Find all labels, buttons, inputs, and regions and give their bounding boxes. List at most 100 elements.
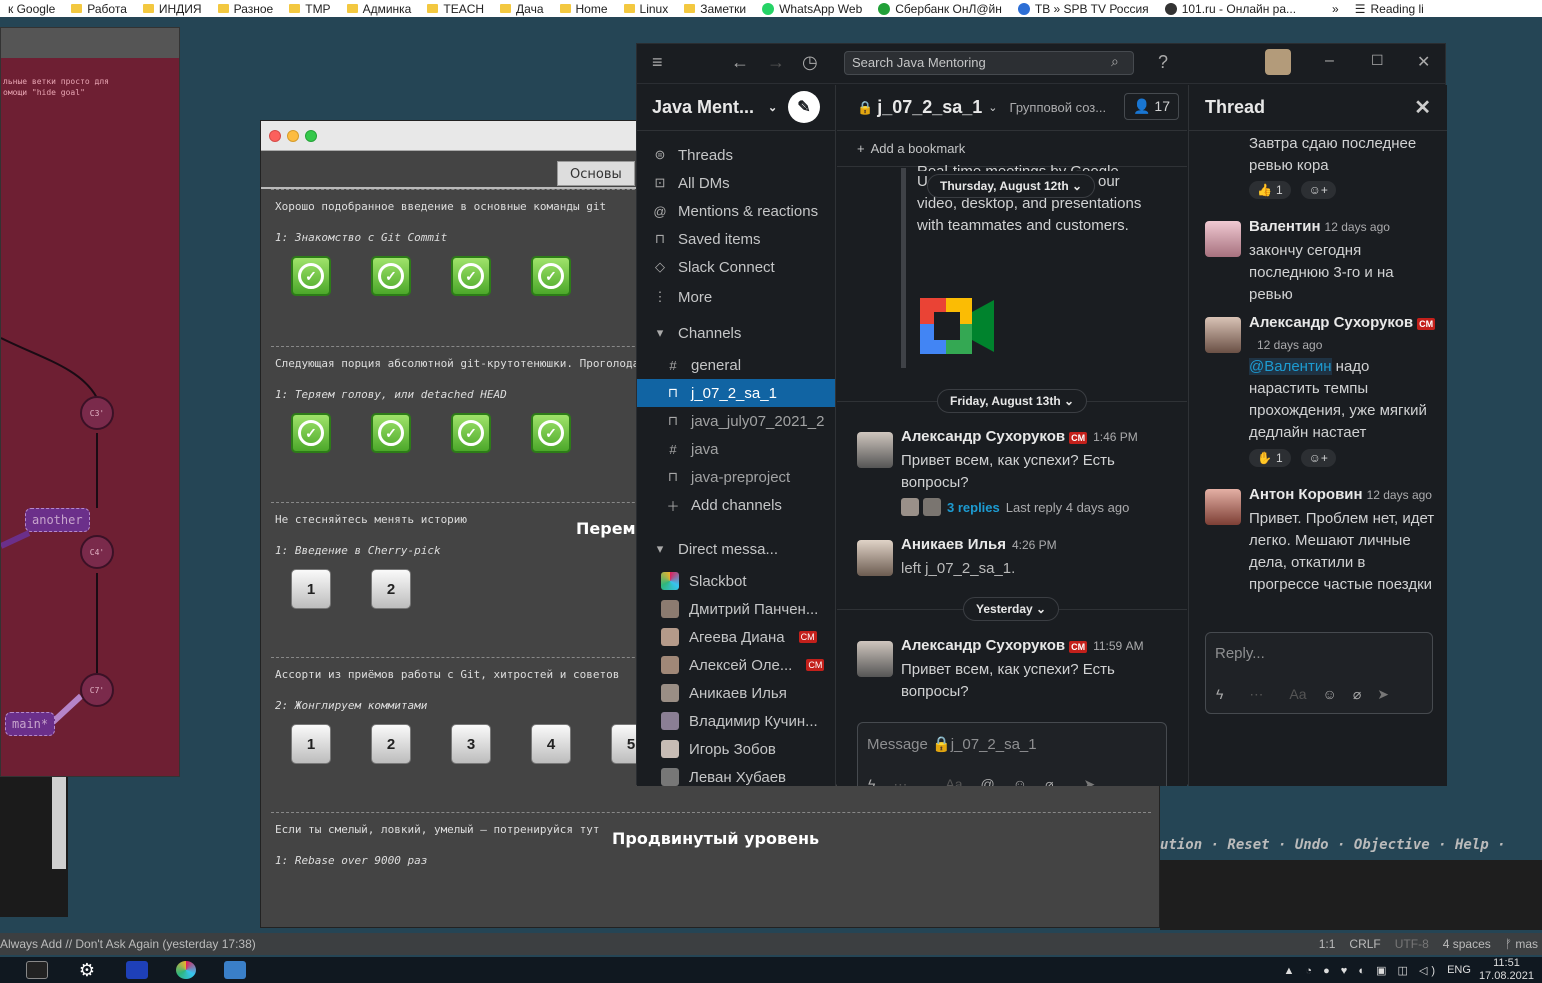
commit-node[interactable]: C4': [80, 535, 114, 569]
sidebar-dm[interactable]: Игорь Зобов: [637, 735, 835, 763]
commit-node[interactable]: C3': [80, 396, 114, 430]
reaction[interactable]: 👍 1: [1249, 181, 1291, 199]
bookmark-item[interactable]: ИНДИЯ: [135, 0, 210, 17]
avatar[interactable]: [1205, 317, 1241, 353]
git-command-links[interactable]: ution · Reset · Undo · Objective · Help …: [1160, 830, 1542, 860]
attach-icon[interactable]: ⌀: [1353, 686, 1361, 703]
bookmark-item[interactable]: Home: [552, 0, 616, 17]
date-divider[interactable]: Yesterday ⌄: [963, 597, 1060, 621]
sidebar-dm[interactable]: Алексей Оле... CM: [637, 651, 835, 679]
level-complete-button[interactable]: ✓: [451, 413, 491, 453]
tray-icons[interactable]: ▲ ◔ ● ♥ ◐ ▣ ◫ ◁): [1283, 964, 1439, 977]
level-complete-button[interactable]: ✓: [371, 413, 411, 453]
members-button[interactable]: 👤 17: [1124, 93, 1179, 120]
message-composer[interactable]: Message 🔒j_07_2_sa_1 ϟ ⋯ Aa @ ☺ ⌀ ➤: [857, 722, 1167, 786]
maximize-icon[interactable]: ☐: [1371, 52, 1384, 69]
reaction[interactable]: ✋ 1: [1249, 449, 1291, 467]
message-author[interactable]: Аникаев Илья 4:26 PM: [901, 536, 1057, 553]
reply-input[interactable]: Reply...: [1206, 633, 1432, 674]
message-author[interactable]: Валентин 12 days ago: [1249, 218, 1390, 235]
date-divider[interactable]: Thursday, August 12th ⌄: [927, 174, 1096, 198]
dm-header[interactable]: ▾ Direct messa...: [637, 535, 835, 563]
bookmark-item[interactable]: Разное: [210, 0, 282, 17]
bookmark-item[interactable]: Работа: [63, 0, 135, 17]
sidebar-channel[interactable]: # general: [637, 351, 835, 379]
message-time[interactable]: 1:46 PM: [1093, 430, 1138, 444]
message-input[interactable]: Message 🔒j_07_2_sa_1: [858, 723, 1166, 765]
attach-icon[interactable]: ⌀: [1045, 776, 1053, 786]
message-time[interactable]: 11:59 AM: [1093, 639, 1143, 653]
commit-node[interactable]: C7': [80, 673, 114, 707]
bookmark-item[interactable]: Админка: [339, 0, 420, 17]
slack-icon[interactable]: [176, 961, 196, 979]
close-icon[interactable]: ✕: [1414, 95, 1431, 120]
level-number-button[interactable]: 1: [291, 569, 331, 609]
clock[interactable]: 11:51 17.08.2021: [1479, 957, 1534, 983]
sidebar-dm[interactable]: Slackbot: [637, 567, 835, 595]
text-format-icon[interactable]: Aa: [1289, 686, 1306, 703]
sidebar-dm[interactable]: Дмитрий Панчен...: [637, 595, 835, 623]
level-number-button[interactable]: 1: [291, 724, 331, 764]
line-separator[interactable]: CRLF: [1349, 937, 1380, 951]
bookmark-item[interactable]: Сбербанк ОнЛ@йн: [870, 0, 1010, 17]
message-time[interactable]: 12 days ago: [1257, 338, 1322, 352]
add-reaction-icon[interactable]: ☺+: [1300, 449, 1336, 467]
avatar[interactable]: [1205, 489, 1241, 525]
help-icon[interactable]: ?: [1158, 52, 1168, 73]
compose-icon[interactable]: ✎: [788, 91, 820, 123]
sidebar-dm[interactable]: Леван Хубаев: [637, 763, 835, 786]
intellij-icon[interactable]: [126, 961, 148, 979]
bookmark-item[interactable]: TMP: [281, 0, 338, 17]
bookmark-item[interactable]: к Google: [0, 0, 63, 17]
avatar[interactable]: [857, 641, 893, 677]
terminal-icon[interactable]: [26, 961, 48, 979]
mention-icon[interactable]: @: [981, 776, 995, 786]
shortcuts-icon[interactable]: ϟ: [1216, 686, 1223, 703]
bookmark-item[interactable]: TEACH: [419, 0, 492, 17]
reading-list-button[interactable]: ☰ Reading li: [1347, 0, 1432, 17]
cursor-position[interactable]: 1:1: [1319, 937, 1336, 951]
level-number-button[interactable]: 3: [451, 724, 491, 764]
git-branch[interactable]: ᚠ mas: [1505, 937, 1538, 951]
tab-basics[interactable]: Основы: [557, 161, 635, 186]
add-reaction-icon[interactable]: ☺+: [1300, 181, 1336, 199]
level-complete-button[interactable]: ✓: [531, 256, 571, 296]
sidebar-dm[interactable]: Владимир Кучин...: [637, 707, 835, 735]
message-author[interactable]: Александр Сухоруков CM 11:59 AM: [901, 637, 1144, 654]
bookmark-item[interactable]: ТВ » SPB TV Россия: [1010, 0, 1157, 17]
sidebar-channel[interactable]: ⊓ java_july07_2021_2: [637, 407, 835, 435]
reply-composer[interactable]: Reply... ϟ ⋯ Aa ☺ ⌀ ➤: [1205, 632, 1433, 714]
channels-header[interactable]: ▾ Channels: [637, 319, 835, 347]
menu-icon[interactable]: ≡: [652, 52, 663, 73]
channel-topic[interactable]: Групповой соз...: [1010, 100, 1107, 115]
sidebar-item-dms[interactable]: ⊡ All DMs: [637, 169, 835, 197]
settings-gear-icon[interactable]: ⚙: [76, 961, 98, 979]
chevron-down-icon[interactable]: ⌄: [988, 101, 997, 114]
branch-tag-main[interactable]: main*: [5, 712, 56, 736]
level-complete-button[interactable]: ✓: [291, 413, 331, 453]
add-channels-button[interactable]: ＋ Add channels: [637, 491, 835, 519]
message-time[interactable]: 12 days ago: [1325, 220, 1390, 234]
sidebar-channel[interactable]: ⊓ j_07_2_sa_1: [637, 379, 835, 407]
sidebar-item-at[interactable]: @ Mentions & reactions: [637, 197, 835, 225]
sidebar-dm[interactable]: Агеева Диана CM: [637, 623, 835, 651]
message-author[interactable]: Антон Коровин 12 days ago: [1249, 486, 1432, 503]
emoji-icon[interactable]: ☺: [1013, 776, 1027, 786]
bookmark-item[interactable]: Заметки: [676, 0, 754, 17]
sidebar-item-bookmark[interactable]: ⊓ Saved items: [637, 225, 835, 253]
format-icon[interactable]: ⋯: [893, 776, 907, 786]
emoji-icon[interactable]: ☺: [1323, 686, 1337, 703]
sidebar-channel[interactable]: # java: [637, 435, 835, 463]
avatar[interactable]: [857, 432, 893, 468]
minimize-dot-icon[interactable]: [287, 129, 299, 142]
sidebar-item-threads[interactable]: ⊜ Threads: [637, 141, 835, 169]
text-format-icon[interactable]: Aa: [945, 776, 962, 786]
sidebar-item-connect[interactable]: ◇ Slack Connect: [637, 253, 835, 281]
bookmark-item[interactable]: WhatsApp Web: [754, 0, 870, 17]
bookmark-item[interactable]: Linux: [616, 0, 677, 17]
bookmarks-overflow-button[interactable]: »: [1324, 0, 1347, 17]
indent-setting[interactable]: 4 spaces: [1443, 937, 1491, 951]
level-complete-button[interactable]: ✓: [371, 256, 411, 296]
close-dot-icon[interactable]: [269, 129, 281, 142]
thread-summary[interactable]: 3 replies Last reply 4 days ago: [901, 498, 1129, 516]
